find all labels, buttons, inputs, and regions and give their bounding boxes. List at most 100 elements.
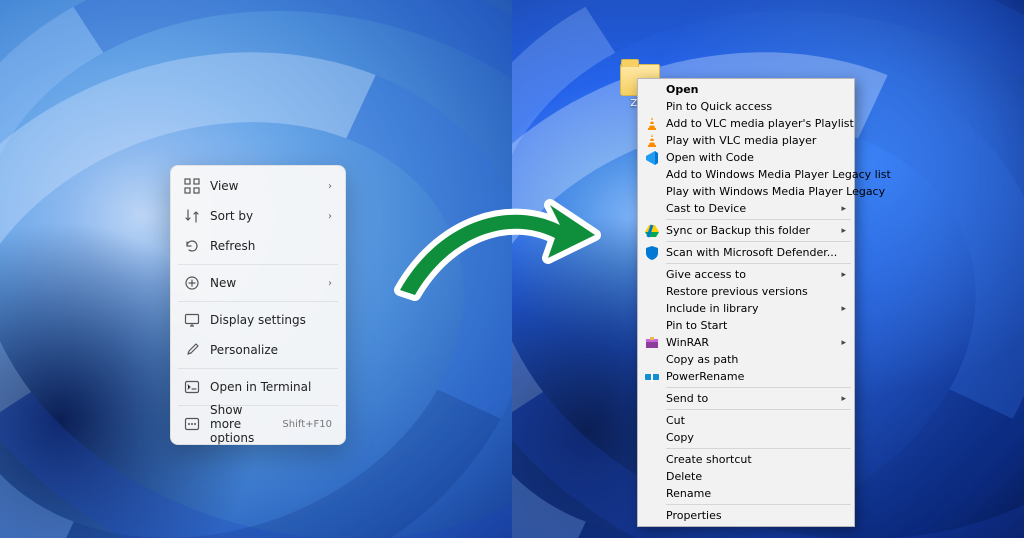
transition-arrow [380,180,610,310]
blank-icon [644,352,660,368]
menu-item-give-access[interactable]: Give access to ▸ [640,266,852,283]
chevron-right-icon: ▸ [835,226,846,236]
drive-icon [644,223,660,239]
blank-icon [644,167,660,183]
brush-icon [184,342,200,358]
menu-item-open-with-code[interactable]: Open with Code [640,149,852,166]
blank-icon [644,201,660,217]
menu-item-properties[interactable]: Properties [640,507,852,524]
menu-item-open[interactable]: Open [640,81,852,98]
blank-icon [644,413,660,429]
refresh-icon [184,238,200,254]
menu-item-label: Send to [666,392,835,405]
menu-item-label: Sync or Backup this folder [666,224,835,237]
menu-item-play-vlc[interactable]: Play with VLC media player [640,132,852,149]
menu-item-sync-backup[interactable]: Sync or Backup this folder ▸ [640,222,852,239]
menu-item-label: Rename [666,487,846,500]
menu-item-cut[interactable]: Cut [640,412,852,429]
menu-item-label: Restore previous versions [666,285,846,298]
blank-icon [644,391,660,407]
menu-item-send-to[interactable]: Send to ▸ [640,390,852,407]
menu-item-label: Open [666,83,846,96]
menu-item-label: Personalize [210,343,332,357]
menu-item-rename[interactable]: Rename [640,485,852,502]
menu-item-label: Cast to Device [666,202,835,215]
chevron-right-icon: ▸ [835,270,846,280]
menu-item-add-vlc-playlist[interactable]: Add to VLC media player's Playlist [640,115,852,132]
menu-item-label: Copy as path [666,353,846,366]
blank-icon [644,508,660,524]
menu-item-label: WinRAR [666,336,835,349]
menu-item-play-wmp-legacy[interactable]: Play with Windows Media Player Legacy [640,183,852,200]
menu-separator [178,368,338,369]
menu-separator [666,448,851,449]
menu-item-view[interactable]: View › [176,171,340,201]
menu-separator [666,241,851,242]
menu-item-copy-as-path[interactable]: Copy as path [640,351,852,368]
menu-separator [666,263,851,264]
blank-icon [644,99,660,115]
menu-item-label: Play with Windows Media Player Legacy [666,185,885,198]
menu-item-label: Open with Code [666,151,846,164]
blank-icon [644,284,660,300]
context-menu-win11: View › Sort by › Refresh New › [170,165,346,445]
monitor-icon [184,312,200,328]
chevron-right-icon: › [328,181,332,192]
menu-item-add-wmp-legacy[interactable]: Add to Windows Media Player Legacy list [640,166,852,183]
menu-separator [666,409,851,410]
context-menu-legacy: Open Pin to Quick access Add to VLC medi… [637,78,855,527]
menu-item-label: Give access to [666,268,835,281]
menu-item-label: Cut [666,414,846,427]
menu-item-refresh[interactable]: Refresh [176,231,340,261]
menu-item-open-terminal[interactable]: Open in Terminal [176,372,340,402]
menu-item-label: Scan with Microsoft Defender... [666,246,846,259]
menu-item-personalize[interactable]: Personalize [176,335,340,365]
chevron-right-icon: ▸ [835,304,846,314]
menu-item-label: Pin to Start [666,319,846,332]
blank-icon [644,318,660,334]
menu-item-label: Delete [666,470,846,483]
blank-icon [644,301,660,317]
menu-item-label: Play with VLC media player [666,134,846,147]
menu-item-label: View [210,179,318,193]
menu-item-delete[interactable]: Delete [640,468,852,485]
menu-item-label: Sort by [210,209,318,223]
menu-item-label: Add to Windows Media Player Legacy list [666,168,891,181]
chevron-right-icon: ▸ [835,204,846,214]
menu-item-pin-start[interactable]: Pin to Start [640,317,852,334]
menu-item-sort-by[interactable]: Sort by › [176,201,340,231]
chevron-right-icon: › [328,278,332,289]
vlc-icon [644,133,660,149]
menu-item-label: Show more options [210,403,272,445]
menu-item-create-shortcut[interactable]: Create shortcut [640,451,852,468]
menu-shortcut: Shift+F10 [282,419,332,430]
menu-item-display-settings[interactable]: Display settings [176,305,340,335]
menu-item-copy[interactable]: Copy [640,429,852,446]
menu-separator [666,219,851,220]
menu-item-cast-device[interactable]: Cast to Device ▸ [640,200,852,217]
menu-item-label: New [210,276,318,290]
menu-item-restore-previous[interactable]: Restore previous versions [640,283,852,300]
menu-item-powerrename[interactable]: PowerRename [640,368,852,385]
powerrename-icon [644,369,660,385]
menu-item-pin-quick-access[interactable]: Pin to Quick access [640,98,852,115]
menu-item-scan-defender[interactable]: Scan with Microsoft Defender... [640,244,852,261]
menu-item-label: Add to VLC media player's Playlist [666,117,854,130]
blank-icon [644,430,660,446]
terminal-icon [184,379,200,395]
menu-item-new[interactable]: New › [176,268,340,298]
menu-item-show-more-options[interactable]: Show more options Shift+F10 [176,409,340,439]
blank-icon [644,469,660,485]
menu-item-label: Include in library [666,302,835,315]
menu-item-label: Display settings [210,313,332,327]
menu-separator [666,504,851,505]
menu-separator [666,387,851,388]
menu-item-label: Copy [666,431,846,444]
blank-icon [644,184,660,200]
menu-item-winrar[interactable]: WinRAR ▸ [640,334,852,351]
chevron-right-icon: › [328,211,332,222]
menu-item-include-library[interactable]: Include in library ▸ [640,300,852,317]
blank-icon [644,267,660,283]
menu-item-label: Properties [666,509,846,522]
menu-separator [178,264,338,265]
